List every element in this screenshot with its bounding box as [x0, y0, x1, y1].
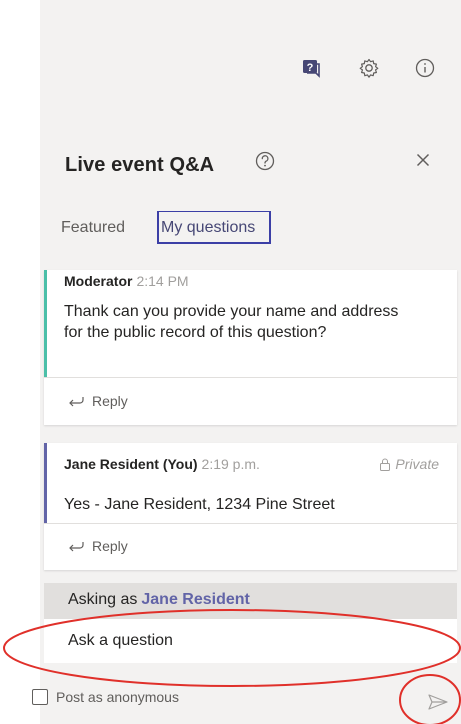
- message-text: Thank can you provide your name and addr…: [64, 303, 399, 341]
- lock-icon: [380, 458, 391, 471]
- send-icon: [428, 694, 448, 710]
- help-icon[interactable]: [252, 148, 278, 174]
- anonymous-option: Post as anonymous: [32, 689, 179, 705]
- close-icon[interactable]: [410, 147, 436, 173]
- qna-icon[interactable]: ?: [298, 55, 324, 81]
- divider: [44, 377, 457, 378]
- message-author: Moderator 2:14 PM: [64, 273, 189, 289]
- ask-question-input[interactable]: [44, 619, 457, 663]
- qa-panel: ? Live event Q&A Featured My questions M…: [32, 0, 461, 724]
- message-text: Yes - Jane Resident, 1234 Pine Street: [64, 496, 335, 513]
- asking-as-name: Jane Resident: [141, 591, 250, 608]
- accent-bar: [44, 443, 47, 523]
- info-icon[interactable]: [412, 55, 438, 81]
- private-label: Private: [395, 456, 439, 472]
- message-card-moderator: Moderator 2:14 PM Thank can you provide y…: [44, 270, 457, 425]
- tab-my-questions[interactable]: My questions: [157, 211, 271, 244]
- message-time: 2:14 PM: [136, 273, 189, 289]
- reply-button[interactable]: Reply: [68, 538, 128, 554]
- compose-area: Asking asJane Resident Post as anonymous: [32, 583, 461, 724]
- svg-text:?: ?: [307, 62, 314, 74]
- anonymous-label: Post as anonymous: [56, 689, 179, 705]
- reply-label: Reply: [92, 538, 128, 554]
- reply-icon: [69, 542, 84, 552]
- tab-featured[interactable]: Featured: [61, 219, 125, 237]
- reply-button[interactable]: Reply: [68, 393, 128, 409]
- gear-icon[interactable]: [356, 55, 382, 81]
- accent-bar: [44, 270, 47, 377]
- asking-as-label: Asking as: [68, 591, 138, 608]
- anonymous-checkbox[interactable]: [32, 689, 48, 705]
- message-time: 2:19 p.m.: [201, 456, 260, 472]
- reply-label: Reply: [92, 393, 128, 409]
- reply-icon: [69, 397, 84, 407]
- page-title: Live event Q&A: [65, 154, 215, 176]
- send-button[interactable]: [425, 689, 451, 715]
- author-name: Jane Resident (You): [64, 456, 198, 472]
- private-badge: Private: [379, 456, 439, 472]
- message-card-jane: Jane Resident (You) 2:19 p.m. Private Yes…: [44, 443, 457, 570]
- author-name: Moderator: [64, 273, 133, 289]
- message-author: Jane Resident (You) 2:19 p.m.: [64, 456, 260, 472]
- asking-as-bar: Asking as Jane Resident: [44, 583, 457, 619]
- divider: [44, 523, 457, 524]
